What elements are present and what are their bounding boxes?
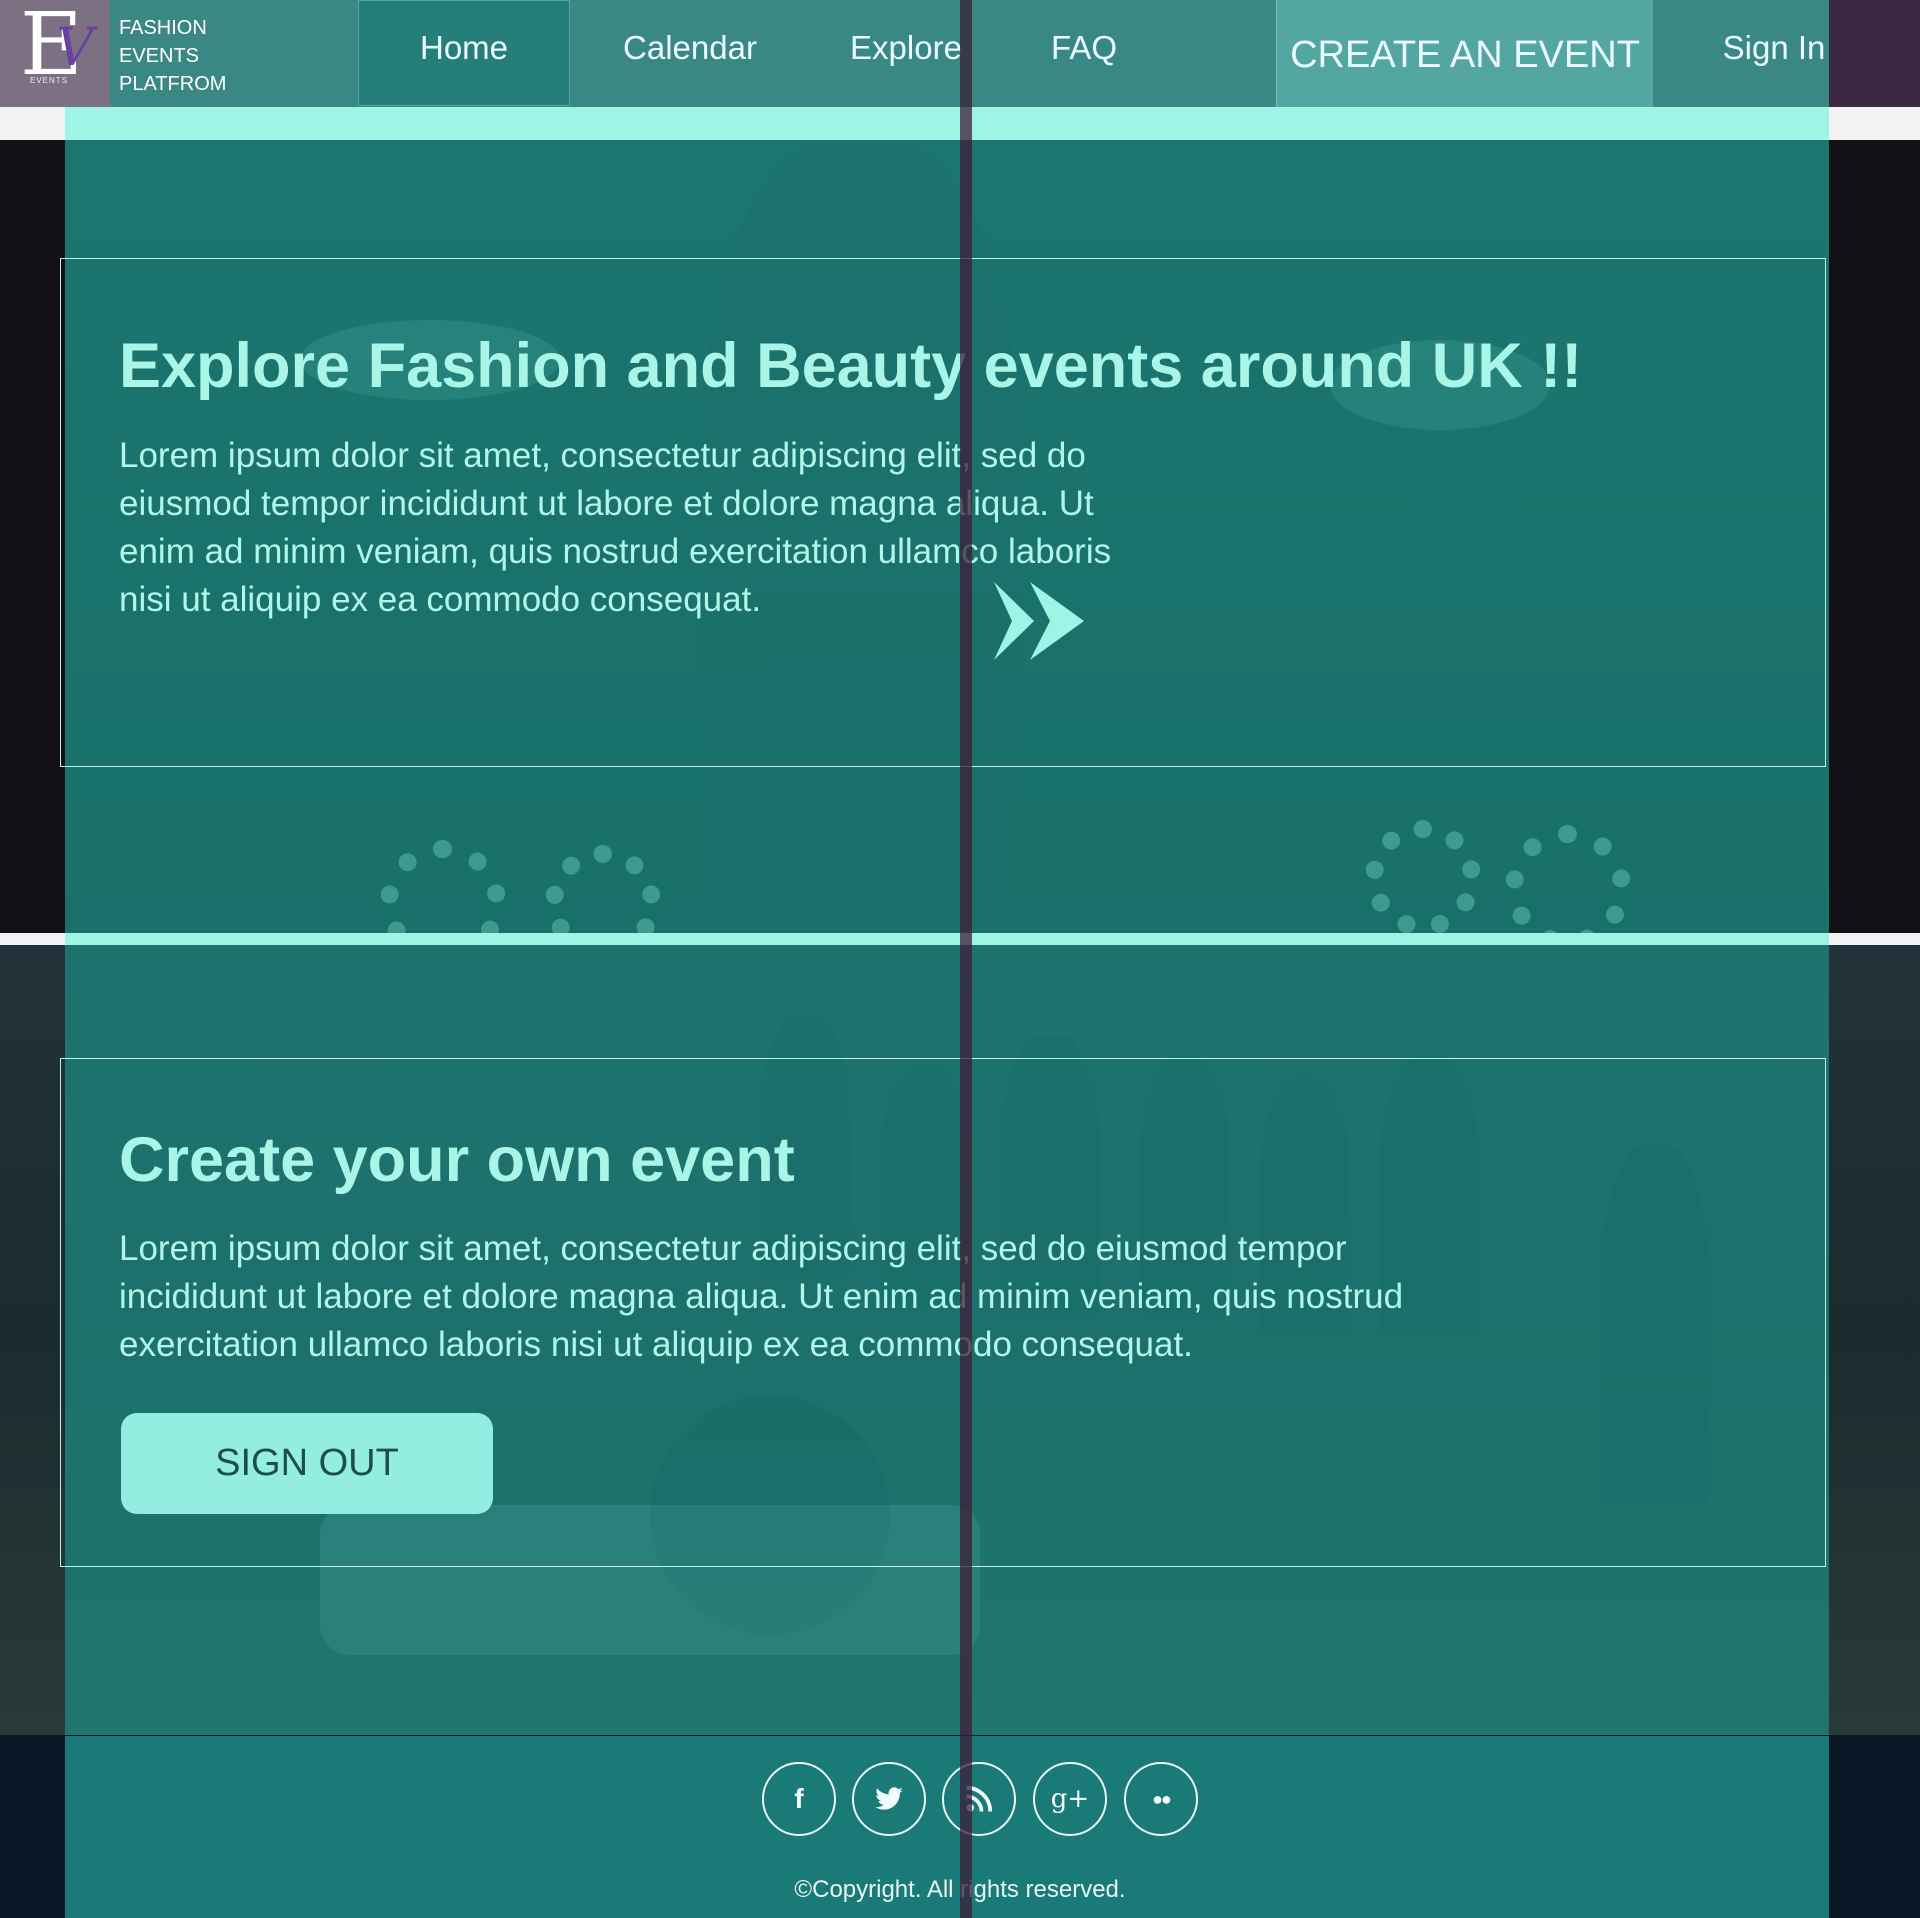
nav-link-sign-in[interactable]: Sign In (1704, 0, 1844, 96)
section-accent-band (65, 933, 1829, 945)
brand-name: FASHION EVENTS PLATFROM (119, 14, 289, 98)
hero-dark-edge-right (1829, 140, 1920, 934)
nav-link-home[interactable]: Home (358, 0, 570, 106)
rss-icon[interactable] (942, 1762, 1016, 1836)
hero-dark-edge-left (0, 140, 65, 934)
google-plus-icon[interactable]: g+ (1033, 1762, 1107, 1836)
hero-create-title: Create your own event (119, 1125, 795, 1195)
create-event-button[interactable]: CREATE AN EVENT (1276, 0, 1653, 107)
twitter-icon[interactable] (852, 1762, 926, 1836)
nav-accent-band (65, 107, 1829, 140)
flickr-icon[interactable]: ●● (1124, 1762, 1198, 1836)
twitter-bird-glyph (875, 1787, 903, 1810)
hero-create-description: Lorem ipsum dolor sit amet, consectetur … (119, 1229, 1404, 1364)
double-chevron-right-icon[interactable] (990, 578, 1090, 664)
facebook-icon[interactable]: f (762, 1762, 836, 1836)
nav-link-calendar[interactable]: Calendar (600, 0, 780, 96)
brand-name-line1: FASHION (119, 17, 207, 39)
vertical-seam (960, 0, 972, 1918)
nav-link-faq[interactable]: FAQ (1034, 0, 1134, 96)
sign-out-button[interactable]: SIGN OUT (121, 1413, 493, 1514)
brand-logo[interactable]: E V EVENTS (0, 0, 110, 107)
hero-explore-title: Explore Fashion and Beauty events around… (119, 331, 1583, 401)
logo-letter-v: V (56, 18, 94, 78)
nav-link-explore[interactable]: Explore (836, 0, 976, 96)
logo-small-text: EVENTS (30, 76, 69, 85)
brand-name-line3: PLATFROM (119, 73, 227, 95)
brand-name-line2: EVENTS (119, 45, 200, 67)
